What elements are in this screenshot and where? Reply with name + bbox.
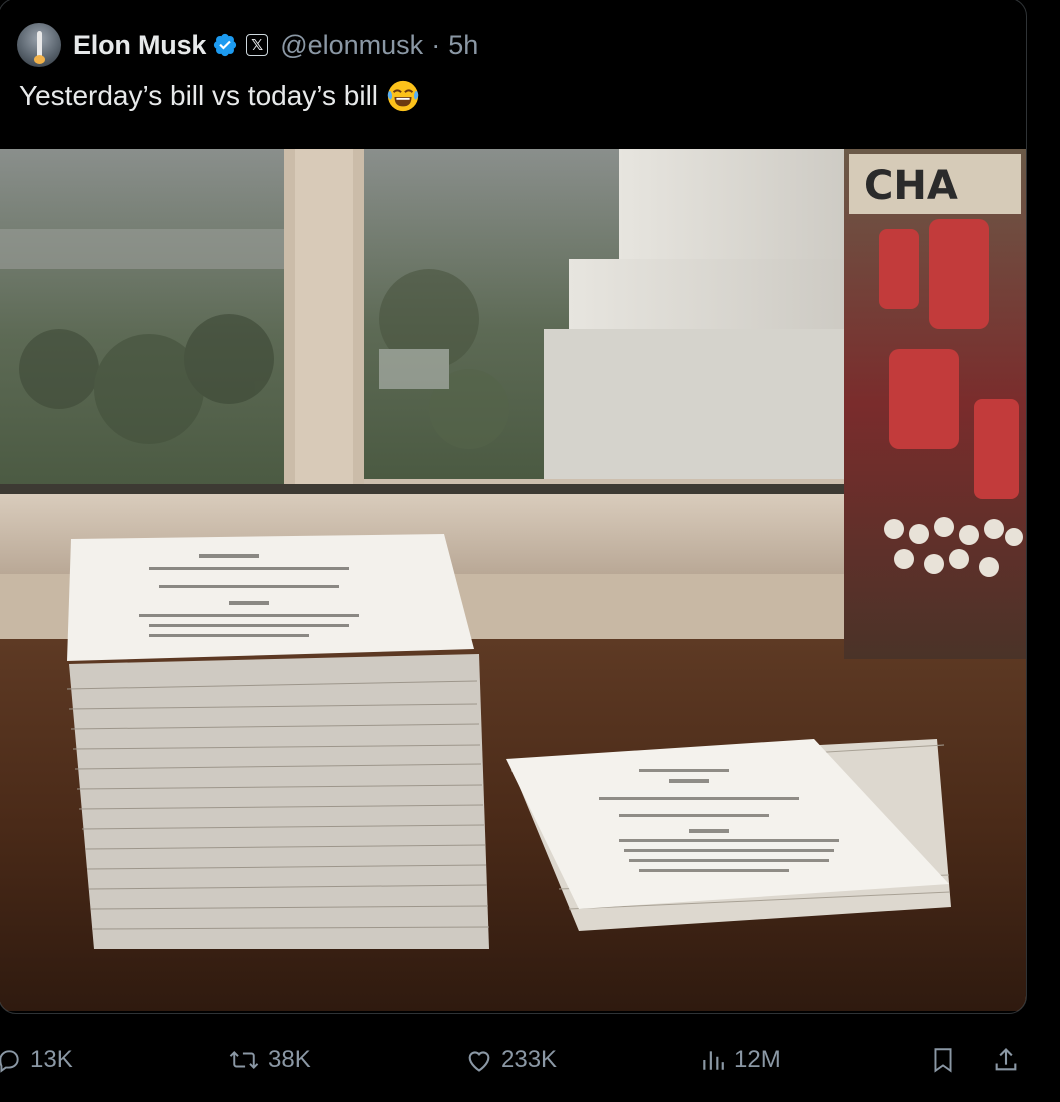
repost-icon xyxy=(229,1051,259,1069)
x-logo-badge-icon: 𝕏 xyxy=(246,34,269,56)
post-time[interactable]: 5h xyxy=(448,30,478,61)
view-count: 12M xyxy=(734,1046,781,1073)
repost-button[interactable]: 38K xyxy=(228,1040,311,1080)
tweet-text: Yesterday’s bill vs today’s bill xyxy=(19,79,420,113)
views-button[interactable]: 12M xyxy=(700,1040,781,1080)
bookmark-button[interactable] xyxy=(930,1040,964,1080)
reply-button[interactable]: 13K xyxy=(0,1040,73,1080)
bookmark-icon xyxy=(934,1048,952,1073)
tweet-card[interactable]: Elon Musk 𝕏 @elonmusk · 5h Yesterday’s b… xyxy=(0,0,1027,1014)
repost-count: 38K xyxy=(268,1046,311,1073)
reply-icon xyxy=(0,1050,19,1073)
like-icon xyxy=(468,1051,490,1072)
bills-on-desk-photo: CHA xyxy=(0,149,1026,1011)
flame-icon xyxy=(34,55,45,64)
separator-dot: · xyxy=(431,29,441,60)
tweet-header: Elon Musk 𝕏 @elonmusk · 5h xyxy=(17,23,478,67)
reply-count: 13K xyxy=(30,1046,73,1073)
verified-badge-icon xyxy=(214,33,237,57)
author-name[interactable]: Elon Musk xyxy=(73,30,206,61)
author-handle[interactable]: @elonmusk xyxy=(280,30,423,61)
face-with-tears-of-joy-emoji-icon xyxy=(387,80,419,112)
action-bar: 13K 38K 233K 12M xyxy=(0,1040,1060,1080)
avatar[interactable] xyxy=(17,23,61,67)
like-button[interactable]: 233K xyxy=(465,1040,557,1080)
views-icon xyxy=(703,1051,724,1070)
rocket-icon xyxy=(37,31,42,57)
svg-text:CHA: CHA xyxy=(864,163,958,209)
tweet-photo[interactable]: CHA xyxy=(0,149,1026,1011)
share-button[interactable] xyxy=(992,1040,1028,1080)
share-icon xyxy=(995,1048,1017,1071)
like-count: 233K xyxy=(501,1046,558,1073)
tweet-text-content: Yesterday’s bill vs today’s bill xyxy=(19,80,379,111)
